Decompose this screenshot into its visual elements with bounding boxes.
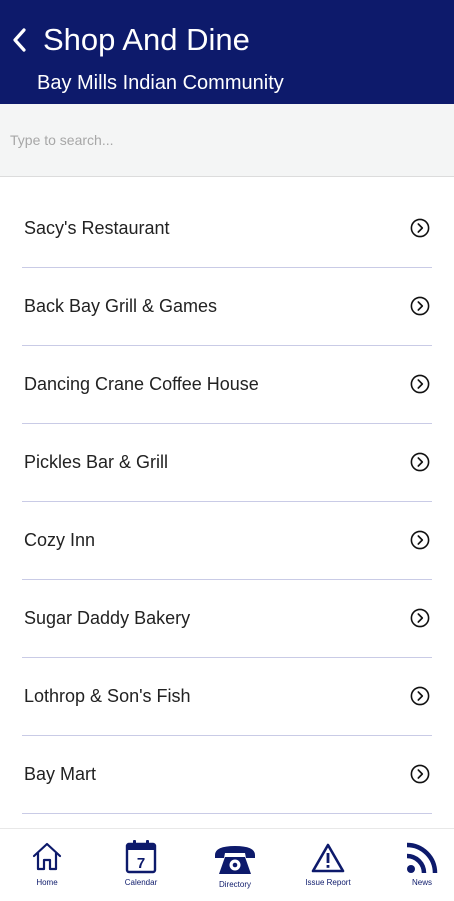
list-item-label: Dancing Crane Coffee House: [24, 374, 259, 394]
list-item[interactable]: Lothrop & Son's Fish: [22, 658, 432, 736]
chevron-circle-right-icon: [410, 686, 430, 706]
chevron-circle-right-icon: [410, 374, 430, 394]
app-header: Shop And Dine Bay Mills Indian Community: [0, 0, 454, 104]
business-list: Sacy's Restaurant Back Bay Grill & Games…: [0, 190, 454, 814]
chevron-circle-right-icon: [410, 452, 430, 472]
list-item[interactable]: Cozy Inn: [22, 502, 432, 580]
telephone-icon: [215, 846, 255, 874]
chevron-circle-right-icon: [410, 608, 430, 628]
list-item[interactable]: Pickles Bar & Grill: [22, 424, 432, 502]
back-button[interactable]: [8, 22, 32, 58]
warning-icon: [311, 843, 345, 873]
chevron-circle-right-icon: [410, 530, 430, 550]
calendar-icon: 7: [125, 840, 157, 874]
list-item[interactable]: Dancing Crane Coffee House: [22, 346, 432, 424]
tab-calendar-label: Calendar: [124, 878, 158, 887]
chevron-left-icon: [13, 28, 26, 52]
tab-news[interactable]: News: [386, 829, 454, 901]
tab-news-label: News: [411, 878, 432, 887]
list-item-label: Pickles Bar & Grill: [24, 452, 169, 472]
tab-issue-report-label: Issue Report: [305, 878, 351, 887]
chevron-circle-right-icon: [410, 218, 430, 238]
page-subtitle: Bay Mills Indian Community: [37, 72, 284, 94]
tab-issue-report[interactable]: Issue Report: [292, 829, 364, 901]
list-item[interactable]: Sugar Daddy Bakery: [22, 580, 432, 658]
tab-home-label: Home: [36, 878, 58, 887]
calendar-day: 7: [137, 855, 145, 872]
tab-directory[interactable]: Directory: [199, 829, 271, 901]
tab-calendar[interactable]: 7 Calendar: [105, 829, 177, 901]
list-item[interactable]: Sacy's Restaurant: [22, 190, 432, 268]
list-item-label: Cozy Inn: [24, 530, 96, 550]
list-item-label: Lothrop & Son's Fish: [24, 686, 191, 706]
page-title: Shop And Dine: [43, 22, 250, 57]
list-item[interactable]: Bay Mart: [22, 736, 432, 814]
tab-directory-label: Directory: [218, 880, 251, 889]
chevron-circle-right-icon: [410, 296, 430, 316]
list-item[interactable]: Back Bay Grill & Games: [22, 268, 432, 346]
list-item-label: Bay Mart: [24, 764, 97, 784]
search-bar: [0, 104, 454, 177]
rss-icon: [406, 842, 438, 874]
bottom-tab-bar: Home 7 Calendar Directory Issue Report N…: [0, 828, 454, 901]
search-input[interactable]: [10, 128, 430, 152]
list-item-label: Sugar Daddy Bakery: [24, 608, 191, 628]
list-item-label: Back Bay Grill & Games: [24, 296, 218, 316]
home-icon: [32, 842, 62, 871]
list-item-label: Sacy's Restaurant: [24, 218, 170, 238]
tab-home[interactable]: Home: [11, 829, 83, 901]
chevron-circle-right-icon: [410, 764, 430, 784]
